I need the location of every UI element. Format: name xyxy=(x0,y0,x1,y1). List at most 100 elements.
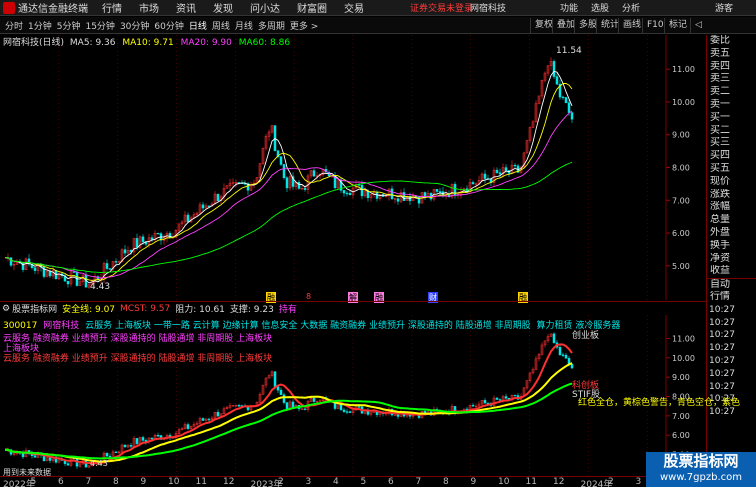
menu-ask[interactable]: 问小达 xyxy=(250,0,280,15)
period-30min[interactable]: 30分钟 xyxy=(120,19,149,32)
candle-body xyxy=(348,411,352,413)
stock-title: 网宿科技(日线) xyxy=(3,38,65,48)
candle-body xyxy=(357,406,361,408)
menu-market[interactable]: 市场 xyxy=(139,0,159,15)
period-15min[interactable]: 15分钟 xyxy=(85,19,114,32)
tick-time: 10:27 xyxy=(709,407,735,418)
period-daily[interactable]: 日线 xyxy=(189,19,207,32)
axis-tick-label: 6.00 xyxy=(672,431,690,440)
candle-body xyxy=(297,182,301,189)
period-more[interactable]: 更多 > xyxy=(290,19,318,32)
quote-item: 买一 xyxy=(710,111,730,123)
tool-adjust[interactable]: 复权 xyxy=(530,18,553,33)
indicator-gear-icon[interactable]: ⚙ xyxy=(2,304,10,314)
ma-line-5 xyxy=(5,70,573,284)
date-label: 9 xyxy=(140,477,147,487)
quote-item: 涨幅 xyxy=(710,201,730,213)
ticks-tab-quote[interactable]: 行情 xyxy=(707,291,756,304)
candle-body xyxy=(366,190,370,199)
top-menu-bar: 通达信金融终端 行情 市场 资讯 发现 问小达 财富圈 交易 证券交易未登录 网… xyxy=(0,0,756,16)
quote-item: 买三 xyxy=(710,137,730,149)
indicator-name[interactable]: 股票指标网 xyxy=(12,302,57,315)
candle-body xyxy=(345,411,349,413)
quote-item: 外盘 xyxy=(710,226,730,238)
menu-wealth[interactable]: 财富圈 xyxy=(297,0,327,15)
candle-body xyxy=(342,409,346,412)
menu-quotes[interactable]: 行情 xyxy=(102,0,122,15)
ma-line-20 xyxy=(5,362,573,463)
app-name: 通达信金融终端 xyxy=(18,4,88,15)
period-1min[interactable]: 1分钟 xyxy=(28,19,52,32)
period-5min[interactable]: 5分钟 xyxy=(57,19,81,32)
axis-tick-label: 10.00 xyxy=(672,98,695,107)
quote-item: 现价 xyxy=(710,175,730,187)
period-multi[interactable]: 多周期 xyxy=(258,19,285,32)
ma5-label: MA5: 9.36 xyxy=(69,38,116,48)
candle-body xyxy=(504,167,508,171)
candle-body xyxy=(486,402,490,405)
quote-item: 买四 xyxy=(710,150,730,162)
candle-body xyxy=(342,190,346,194)
menu-discover[interactable]: 发现 xyxy=(213,0,233,15)
date-label: 6 xyxy=(388,477,394,487)
tool-f10[interactable]: F10 xyxy=(642,18,664,33)
candle-body xyxy=(303,408,307,410)
period-monthly[interactable]: 月线 xyxy=(235,19,253,32)
axis-tick-label: 7.00 xyxy=(672,196,690,205)
concept-row-4: 云服务 融资融券 业绩预升 深股通持的 陆股通增 非周期股 上海板块 xyxy=(3,354,273,364)
guest-label[interactable]: 游客 xyxy=(715,1,733,14)
link-analysis[interactable]: 分析 xyxy=(622,1,640,14)
tool-stats[interactable]: 统计 xyxy=(596,18,619,33)
link-stock-pick[interactable]: 选股 xyxy=(591,1,609,14)
login-notice[interactable]: 证券交易未登录 xyxy=(410,1,473,14)
candle-body xyxy=(435,189,439,192)
date-label: 10 xyxy=(498,477,510,487)
tick-time: 10:27 xyxy=(709,368,735,379)
candle-body xyxy=(186,214,190,223)
quote-item: 总量 xyxy=(710,214,730,226)
date-label: 11 xyxy=(195,477,207,487)
date-label: 5 xyxy=(360,477,367,487)
candle-body xyxy=(567,102,571,113)
candle-body xyxy=(303,188,307,190)
candle-body xyxy=(282,394,286,403)
candle-body xyxy=(156,435,160,437)
menu-news[interactable]: 资讯 xyxy=(176,0,196,15)
main-high-label: 11.54 xyxy=(556,46,582,56)
candle-body xyxy=(555,76,559,85)
link-functions[interactable]: 功能 xyxy=(560,1,578,14)
main-chart-svg: 11.00 10.00 9.00 8.00 7.00 6.00 5.00 xyxy=(5,35,695,300)
candle-body xyxy=(72,271,76,273)
axis-tick-label: 6.00 xyxy=(672,229,690,238)
period-60min[interactable]: 60分钟 xyxy=(154,19,183,32)
candle-body xyxy=(216,193,220,201)
tick-time: 10:27 xyxy=(709,343,735,354)
period-weekly[interactable]: 周线 xyxy=(212,19,230,32)
candle-body xyxy=(498,399,502,401)
tool-mark[interactable]: 标记 xyxy=(664,18,687,33)
candle-body xyxy=(9,257,13,266)
collapse-icon[interactable]: ◁ xyxy=(690,18,702,33)
candle-body xyxy=(513,394,517,397)
quote-item: 卖二 xyxy=(710,86,730,98)
menu-trade[interactable]: 交易 xyxy=(344,0,364,15)
tool-draw[interactable]: 画线 xyxy=(618,18,641,33)
candle-body xyxy=(216,411,220,417)
candle-body xyxy=(495,397,499,400)
candle-body xyxy=(156,232,160,235)
candle-body xyxy=(48,270,52,277)
indicator-chart[interactable]: 11.0010.009.008.007.006.005.00 300017 网宿… xyxy=(0,315,740,478)
brand-name: 股票指标网 xyxy=(663,452,739,470)
ticks-tab-auto[interactable]: 自动 xyxy=(707,278,756,291)
candle-body xyxy=(279,156,283,165)
period-intraday[interactable]: 分时 xyxy=(5,19,23,32)
axis-tick-label: 11.00 xyxy=(672,334,695,343)
axis-tick-label: 10.00 xyxy=(672,354,695,363)
tool-overlay[interactable]: 叠加 xyxy=(552,18,575,33)
date-label: 8 xyxy=(443,477,449,487)
tool-multi-stock[interactable]: 多股 xyxy=(574,18,597,33)
quote-item: 委比 xyxy=(710,35,730,46)
candle-body xyxy=(141,437,145,441)
ma-line-40 xyxy=(5,382,573,460)
main-kline-chart[interactable]: 网宿科技(日线) MA5: 9.36 MA10: 9.71 MA20: 9.90… xyxy=(0,35,706,303)
